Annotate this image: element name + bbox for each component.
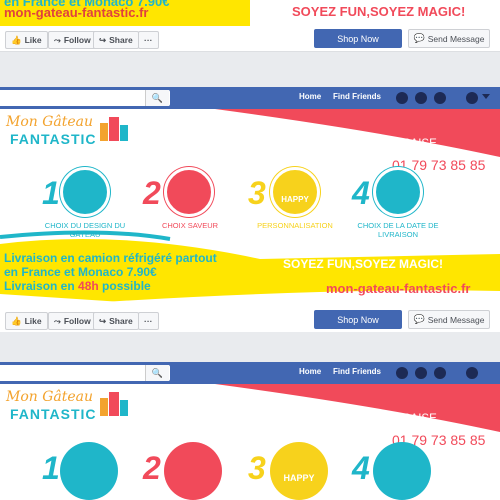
- castle-logo-icon: [100, 390, 130, 418]
- logo-text-line2: FANTASTIC: [10, 406, 97, 422]
- cake-slice-icon: [164, 167, 214, 217]
- step-4-number: 4: [352, 450, 370, 486]
- shop-now-button[interactable]: Shop Now: [314, 310, 402, 329]
- step-2-label: CHOIX SAVEUR: [161, 221, 219, 230]
- step-4-number: 4: [352, 175, 370, 211]
- cover-photo: Mon Gâteau FANTASTIC PÂTISSERIE FRANÇAIS…: [0, 109, 500, 309]
- nav-find-friends[interactable]: Find Friends: [333, 92, 381, 101]
- messages-icon[interactable]: [415, 367, 427, 379]
- friends-icon[interactable]: [396, 367, 408, 379]
- bottom-partial-panel: 🔍 Home Find Friends Mon Gâteau FANTASTIC…: [0, 362, 500, 500]
- search-icon: 🔍: [151, 92, 164, 103]
- chevron-down-icon[interactable]: [482, 94, 490, 99]
- cake-icon: [60, 442, 118, 500]
- messenger-icon: 💬: [413, 33, 425, 43]
- send-message-button[interactable]: 💬 Send Message: [408, 29, 490, 48]
- page-action-bar: 👍 Like ⤳ Follow ↪ Share ··· Shop Now 💬 Send …: [0, 26, 500, 52]
- delivery-line-3: Livraison en 48h possible: [4, 279, 151, 293]
- delivery-line-2: en France et Monaco 7.90€: [4, 265, 157, 279]
- cover-photo: Mon Gâteau FANTASTIC PÂTISSERIE FRANÇAIS…: [0, 384, 500, 500]
- messages-icon[interactable]: [415, 92, 427, 104]
- step-4-label: CHOIX DE LA DATE DE LIVRAISON: [357, 221, 439, 239]
- page-action-bar: 👍 Like ⤳ Follow ↪ Share ··· Shop Now 💬 Send …: [0, 307, 500, 332]
- follow-button[interactable]: ⤳ Follow: [48, 312, 97, 330]
- castle-logo-icon: [100, 115, 130, 143]
- search-icon: 🔍: [151, 367, 164, 378]
- pencil-happy-icon: HAPPY: [270, 167, 320, 217]
- share-icon: ↪: [99, 34, 107, 45]
- like-button[interactable]: 👍 Like: [5, 312, 48, 330]
- globe-icon[interactable]: [434, 367, 446, 379]
- cake-icon: [60, 167, 110, 217]
- thumbs-up-icon: 👍: [11, 315, 22, 326]
- logo-text-line1: Mon Gâteau: [6, 114, 94, 130]
- step-2-number: 2: [143, 450, 161, 486]
- follow-button[interactable]: ⤳ Follow: [48, 31, 97, 49]
- pencil-happy-icon: HAPPY: [270, 442, 328, 500]
- step-1-number: 1: [42, 450, 60, 486]
- facebook-top-bar: 🔍 Home Find Friends: [0, 87, 500, 109]
- url-text: mon-gateau-fantastic.fr: [4, 5, 149, 20]
- step-1-number: 1: [42, 175, 60, 211]
- happy-badge: HAPPY: [281, 194, 309, 204]
- main-panel: 🔍 Home Find Friends Mon Gâteau FANTASTIC…: [0, 87, 500, 332]
- nav-find-friends[interactable]: Find Friends: [333, 367, 381, 376]
- cake-slice-icon: [164, 442, 222, 500]
- search-button[interactable]: 🔍: [145, 90, 169, 106]
- nav-home[interactable]: Home: [299, 92, 321, 101]
- cover-url: mon-gateau-fantastic.fr: [326, 281, 471, 296]
- help-icon[interactable]: [466, 92, 478, 104]
- logo-text-line1: Mon Gâteau: [6, 389, 94, 405]
- send-message-button[interactable]: 💬 Send Message: [408, 310, 490, 329]
- step-1-label: CHOIX DU DESIGN DU GÂTEAU: [44, 221, 126, 239]
- friends-icon[interactable]: [396, 92, 408, 104]
- top-partial-panel: en France et Monaco 7.90€ mon-gateau-fan…: [0, 0, 500, 52]
- slogan-text: SOYEZ FUN,SOYEZ MAGIC!: [292, 4, 466, 19]
- cover-slogan: SOYEZ FUN,SOYEZ MAGIC!: [283, 257, 444, 271]
- search-button[interactable]: 🔍: [145, 365, 169, 381]
- step-2-number: 2: [143, 175, 161, 211]
- shop-now-button[interactable]: Shop Now: [314, 29, 402, 48]
- help-icon[interactable]: [466, 367, 478, 379]
- more-button[interactable]: ···: [138, 31, 159, 49]
- nav-home[interactable]: Home: [299, 367, 321, 376]
- facebook-top-bar: 🔍 Home Find Friends: [0, 362, 500, 384]
- globe-icon[interactable]: [434, 92, 446, 104]
- rss-icon: ⤳: [54, 315, 61, 326]
- messenger-icon: 💬: [413, 314, 425, 324]
- top-cover-fragment: en France et Monaco 7.90€ mon-gateau-fan…: [0, 0, 500, 26]
- share-icon: ↪: [99, 315, 107, 326]
- thumbs-up-icon: 👍: [11, 34, 22, 45]
- delivery-line-1: Livraison en camion réfrigéré partout: [4, 251, 217, 265]
- delivery-truck-icon: [373, 167, 423, 217]
- like-button[interactable]: 👍 Like: [5, 31, 48, 49]
- step-3-label: PERSONNALISATION: [257, 221, 333, 230]
- delivery-truck-icon: [373, 442, 431, 500]
- share-button[interactable]: ↪ Share: [93, 31, 139, 49]
- step-3-number: 3: [248, 175, 266, 211]
- share-button[interactable]: ↪ Share: [93, 312, 139, 330]
- rss-icon: ⤳: [54, 34, 61, 45]
- step-3-number: 3: [248, 450, 266, 486]
- more-button[interactable]: ···: [138, 312, 159, 330]
- logo-text-line2: FANTASTIC: [10, 131, 97, 147]
